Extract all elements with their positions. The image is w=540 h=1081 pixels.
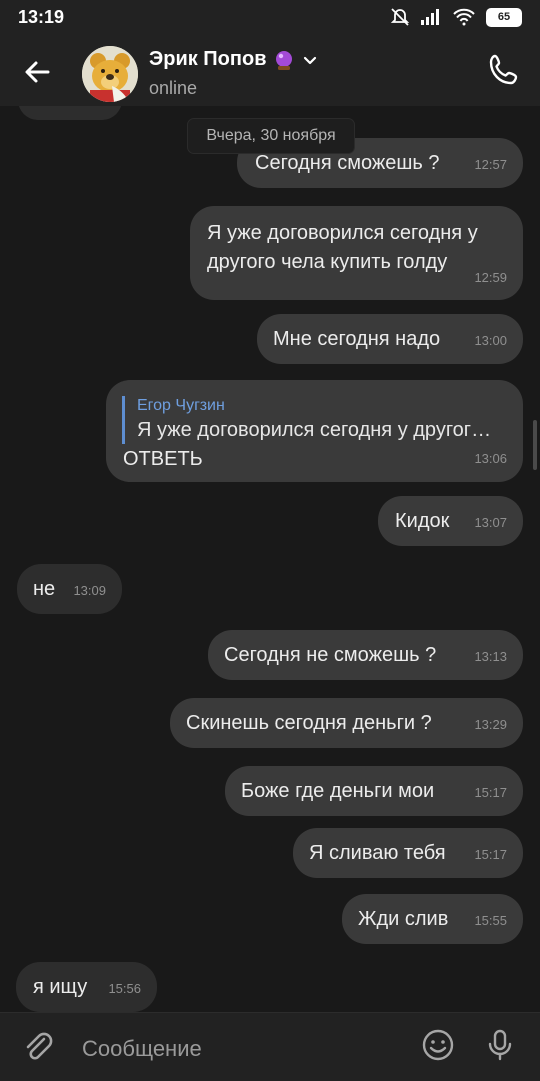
message-time: 13:29 [474, 717, 507, 732]
chat-header: Эрик Попов online [0, 36, 540, 106]
paperclip-icon[interactable] [20, 1029, 56, 1065]
phone-call-icon[interactable] [486, 52, 522, 88]
message-bubble[interactable]: Боже где деньги мои 15:17 [225, 766, 523, 816]
message-input[interactable] [80, 1029, 384, 1069]
message-bubble-incoming[interactable]: я ищу 15:56 [16, 962, 157, 1012]
alarm-muted-icon [390, 8, 410, 26]
message-bubble-partial [18, 106, 122, 120]
reply-text: Я уже договорился сегодня у другог… [137, 419, 492, 441]
message-time: 15:17 [474, 847, 507, 862]
avatar[interactable] [82, 46, 138, 102]
message-bubble[interactable]: Сегодня не сможешь ? 13:13 [208, 630, 523, 680]
message-text: Кидок [395, 510, 450, 532]
message-time: 12:59 [474, 270, 507, 285]
message-list[interactable]: Сегодня сможешь ? 12:57 Вчера, 30 ноября… [0, 106, 540, 1012]
message-text-line: другого чела купить голду [207, 251, 448, 273]
reply-quote[interactable]: Егор Чугзин Я уже договорился сегодня у … [122, 396, 512, 444]
battery-indicator: 65 [486, 7, 522, 27]
microphone-icon[interactable] [482, 1027, 518, 1063]
message-bubble[interactable]: Я уже договорился сегодня у другого чела… [190, 206, 523, 300]
message-text-line: Я уже договорился сегодня у [207, 222, 478, 244]
message-time: 15:56 [108, 981, 141, 996]
message-text: Боже где деньги мои [241, 780, 435, 802]
message-bubble[interactable]: Мне сегодня надо 13:00 [257, 314, 523, 364]
message-text: Жди слив [358, 908, 449, 930]
message-bubble-reply[interactable]: Егор Чугзин Я уже договорился сегодня у … [106, 380, 523, 482]
reply-author: Егор Чугзин [137, 397, 225, 414]
message-time: 13:07 [474, 515, 507, 530]
message-time: 13:09 [73, 583, 106, 598]
message-text: Скинешь сегодня деньги ? [186, 712, 432, 734]
message-composer [0, 1012, 540, 1081]
message-bubble[interactable]: Я сливаю тебя 15:17 [293, 828, 523, 878]
wifi-icon [453, 8, 475, 26]
message-time: 15:55 [474, 913, 507, 928]
status-icons: 65 [390, 6, 522, 28]
chevron-down-icon [303, 56, 316, 64]
date-separator: Вчера, 30 ноября [187, 118, 355, 154]
message-bubble[interactable]: Скинешь сегодня деньги ? 13:29 [170, 698, 523, 748]
emoji-icon[interactable] [420, 1027, 456, 1063]
crystal-ball-icon [275, 50, 292, 70]
message-time: 15:17 [474, 785, 507, 800]
status-time: 13:19 [18, 7, 65, 27]
message-bubble-incoming[interactable]: не 13:09 [17, 564, 122, 614]
contact-name: Эрик Попов [149, 48, 267, 70]
message-text: не [33, 578, 56, 600]
scrollbar[interactable] [533, 420, 537, 470]
message-time: 13:06 [474, 451, 507, 466]
message-text: я ищу [33, 976, 88, 998]
message-time: 12:57 [474, 157, 507, 172]
message-bubble[interactable]: Кидок 13:07 [378, 496, 523, 546]
presence-status: online [149, 78, 198, 98]
message-text: Я сливаю тебя [309, 842, 446, 864]
signal-icon [421, 9, 439, 25]
status-bar: 13:19 65 [0, 0, 540, 36]
message-text: Мне сегодня надо [273, 328, 441, 350]
message-time: 13:00 [474, 333, 507, 348]
bear-avatar-image [82, 46, 138, 102]
message-text: ОТВЕТЬ [123, 448, 203, 470]
message-bubble[interactable]: Жди слив 15:55 [342, 894, 523, 944]
back-arrow-icon[interactable] [18, 52, 58, 92]
message-time: 13:13 [474, 649, 507, 664]
message-text: Сегодня не сможешь ? [224, 644, 437, 666]
contact-name-row[interactable]: Эрик Попов [149, 48, 319, 71]
